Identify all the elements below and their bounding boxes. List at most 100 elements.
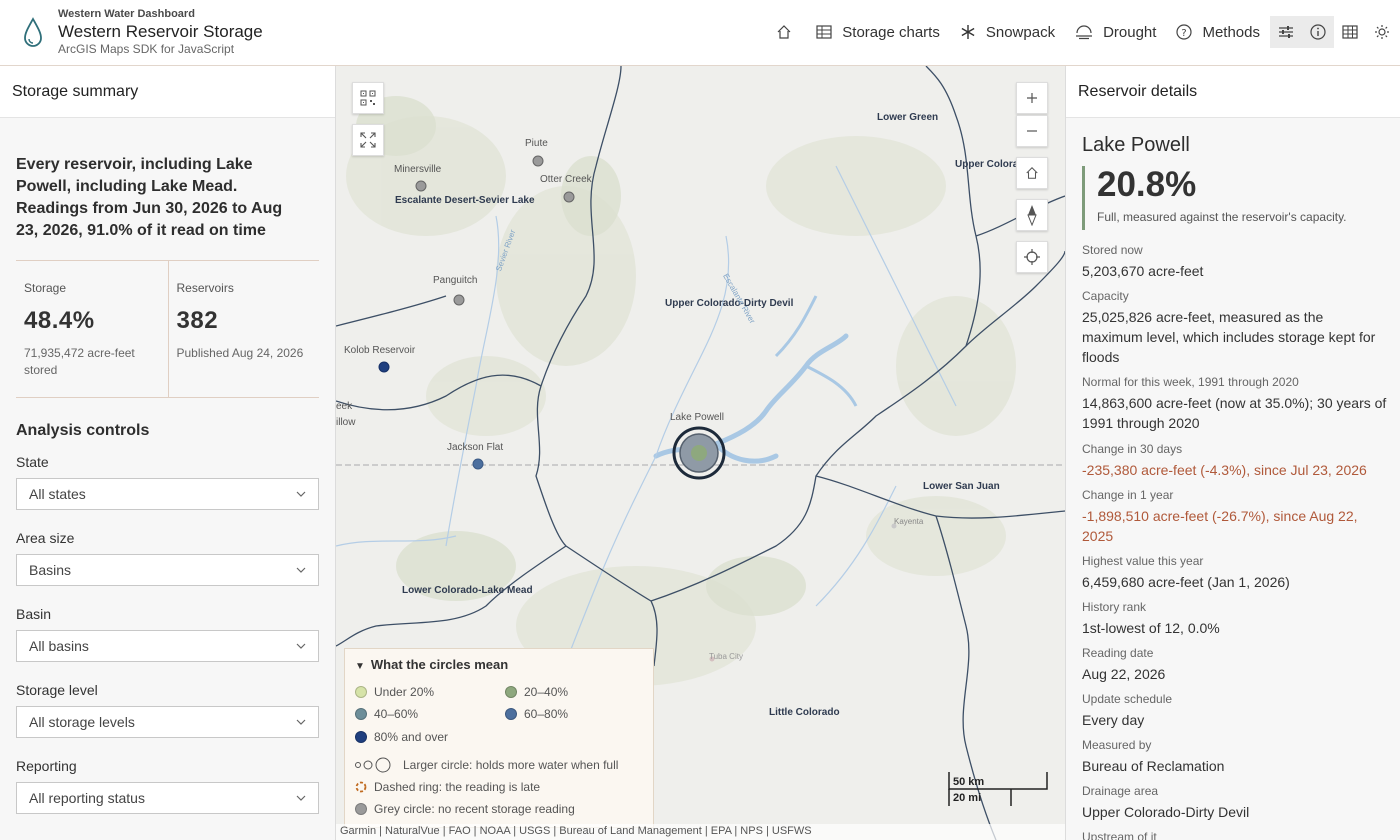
reservoirs-stat-note: Published Aug 24, 2026	[176, 346, 304, 360]
map-attribution[interactable]: Garmin | NaturalVue | FAO | NOAA | USGS …	[336, 824, 1065, 840]
field-measured-by: Measured by Bureau of Reclamation	[1082, 738, 1387, 776]
water-drop-icon	[24, 17, 42, 47]
label-illow: illow	[336, 417, 356, 428]
label-lower-green: Lower Green	[877, 112, 939, 123]
compass-button[interactable]	[1016, 199, 1048, 231]
expand-icon	[360, 132, 376, 148]
home-extent-button[interactable]	[1016, 157, 1048, 189]
field-key: Upstream of it	[1082, 830, 1157, 840]
table-view-button[interactable]	[1334, 16, 1366, 48]
percent-full-value: 20.8%	[1097, 165, 1197, 204]
zoom-out-button[interactable]	[1016, 115, 1048, 147]
nav-methods[interactable]: ? Methods	[1166, 15, 1270, 49]
reservoirs-stat: Reservoirs 382 Published Aug 24, 2026	[167, 261, 320, 397]
map-view[interactable]: Lower Green Upper Colora Minersville Piu…	[336, 66, 1065, 840]
info-icon	[1310, 24, 1326, 40]
area-size-label: Area size	[16, 530, 75, 546]
legend-grey-note: Grey circle: no recent storage reading	[355, 802, 575, 816]
snowflake-icon	[961, 25, 975, 39]
field-key: Update schedule	[1082, 692, 1173, 706]
legend-title-text: What the circles mean	[370, 657, 509, 672]
home-icon	[1026, 167, 1038, 179]
field-highest-this-year: Highest value this year 6,459,680 acre-f…	[1082, 554, 1387, 592]
question-icon: ?	[1176, 24, 1193, 40]
info-button[interactable]	[1302, 16, 1334, 48]
percent-full-note: Full, measured against the reservoir's c…	[1097, 210, 1347, 224]
field-normal-this-week: Normal for this week, 1991 through 2020 …	[1082, 375, 1387, 433]
basin-select[interactable]: All basins	[16, 630, 319, 662]
field-key: History rank	[1082, 600, 1147, 614]
collapse-triangle-icon: ▼	[355, 661, 365, 672]
scale-bar: 50 km 20 mi	[948, 772, 1048, 806]
field-stored-now: Stored now 5,203,670 acre-feet	[1082, 243, 1387, 281]
basin-label: Basin	[16, 606, 52, 622]
state-select[interactable]: All states	[16, 478, 319, 510]
brand-kicker: Western Water Dashboard	[58, 8, 195, 20]
area-size-select-value: Basins	[29, 562, 72, 578]
zoom-in-button[interactable]	[1016, 82, 1048, 114]
state-select-value: All states	[29, 486, 86, 502]
legend-dot	[355, 686, 367, 698]
field-key: Highest value this year	[1082, 554, 1204, 568]
legend-dot	[505, 686, 517, 698]
percent-full-block: 20.8% Full, measured against the reservo…	[1082, 166, 1347, 230]
legend-dot	[505, 708, 517, 720]
field-value: Bureau of Reclamation	[1082, 758, 1225, 774]
field-key: Capacity	[1082, 289, 1129, 303]
field-key: Normal for this week, 1991 through 2020	[1082, 375, 1299, 389]
legend-dot	[355, 731, 367, 743]
field-change-1-year: Change in 1 year -1,898,510 acre-feet (-…	[1082, 488, 1387, 546]
nav-snowpack-label: Snowpack	[985, 23, 1056, 41]
home-icon	[777, 25, 791, 39]
field-upstream: Upstream of it	[1082, 830, 1387, 840]
field-update-schedule: Update schedule Every day	[1082, 692, 1387, 730]
qr-code-icon	[360, 90, 376, 106]
storage-level-label: Storage level	[16, 682, 98, 698]
field-value: 25,025,826 acre-feet, measured as the ma…	[1082, 309, 1376, 365]
label-kayenta: Kayenta	[894, 517, 924, 526]
legend-size-note-text: Larger circle: holds more water when ful…	[403, 758, 619, 772]
label-kolob-reservoir: Kolob Reservoir	[344, 345, 416, 356]
reporting-select[interactable]: All reporting status	[16, 782, 319, 814]
reporting-label: Reporting	[16, 758, 77, 774]
label-panguitch: Panguitch	[433, 275, 478, 286]
basin-select-value: All basins	[29, 638, 89, 654]
state-label: State	[16, 454, 49, 470]
storage-summary-panel: Storage summary Every reservoir, includi…	[0, 66, 336, 840]
field-key: Measured by	[1082, 738, 1152, 752]
field-change-30-days: Change in 30 days -235,380 acre-feet (-4…	[1082, 442, 1387, 480]
map-legend[interactable]: ▼ What the circles mean Under 20% 20–40% …	[344, 648, 654, 828]
legend-dashed-note: Dashed ring: the reading is late	[355, 780, 540, 794]
field-value: Upper Colorado-Dirty Devil	[1082, 804, 1250, 820]
locate-button[interactable]	[1016, 241, 1048, 273]
home-nav-button[interactable]	[768, 16, 800, 48]
theme-toggle-button[interactable]	[1366, 16, 1398, 48]
legend-item-label: 80% and over	[374, 730, 449, 744]
label-escalante-desert: Escalante Desert-Sevier Lake	[395, 195, 535, 206]
nav-storage-charts[interactable]: Storage charts	[806, 15, 950, 49]
field-key: Drainage area	[1082, 784, 1159, 798]
minus-icon	[1027, 130, 1037, 132]
legend-title[interactable]: ▼ What the circles mean	[355, 657, 643, 672]
nav-snowpack[interactable]: Snowpack	[950, 15, 1065, 49]
field-value: Every day	[1082, 712, 1145, 728]
field-key: Change in 1 year	[1082, 488, 1174, 502]
svg-text:?: ?	[1182, 28, 1187, 39]
field-value: 5,203,670 acre-feet	[1082, 263, 1204, 279]
reservoirs-stat-value: 382	[176, 307, 219, 334]
fullscreen-button[interactable]	[352, 124, 384, 156]
top-nav: Storage charts Snowpack Drought ? Method…	[768, 15, 1400, 49]
legend-item-label: 40–60%	[374, 707, 419, 721]
field-drainage-area: Drainage area Upper Colorado-Dirty Devil	[1082, 784, 1387, 822]
area-size-select[interactable]: Basins	[16, 554, 319, 586]
nav-drought[interactable]: Drought	[1065, 15, 1166, 49]
compass-icon	[1027, 205, 1037, 226]
storage-level-select[interactable]: All storage levels	[16, 706, 319, 738]
label-little-colorado: Little Colorado	[769, 707, 840, 718]
filters-button[interactable]	[1270, 16, 1302, 48]
qr-code-button[interactable]	[352, 82, 384, 114]
grey-circle-icon	[355, 803, 367, 815]
dashed-ring-icon	[355, 781, 367, 793]
label-tuba-city: Tuba City	[709, 652, 743, 661]
field-value: 14,863,600 acre-feet (now at 35.0%); 30 …	[1082, 395, 1387, 431]
